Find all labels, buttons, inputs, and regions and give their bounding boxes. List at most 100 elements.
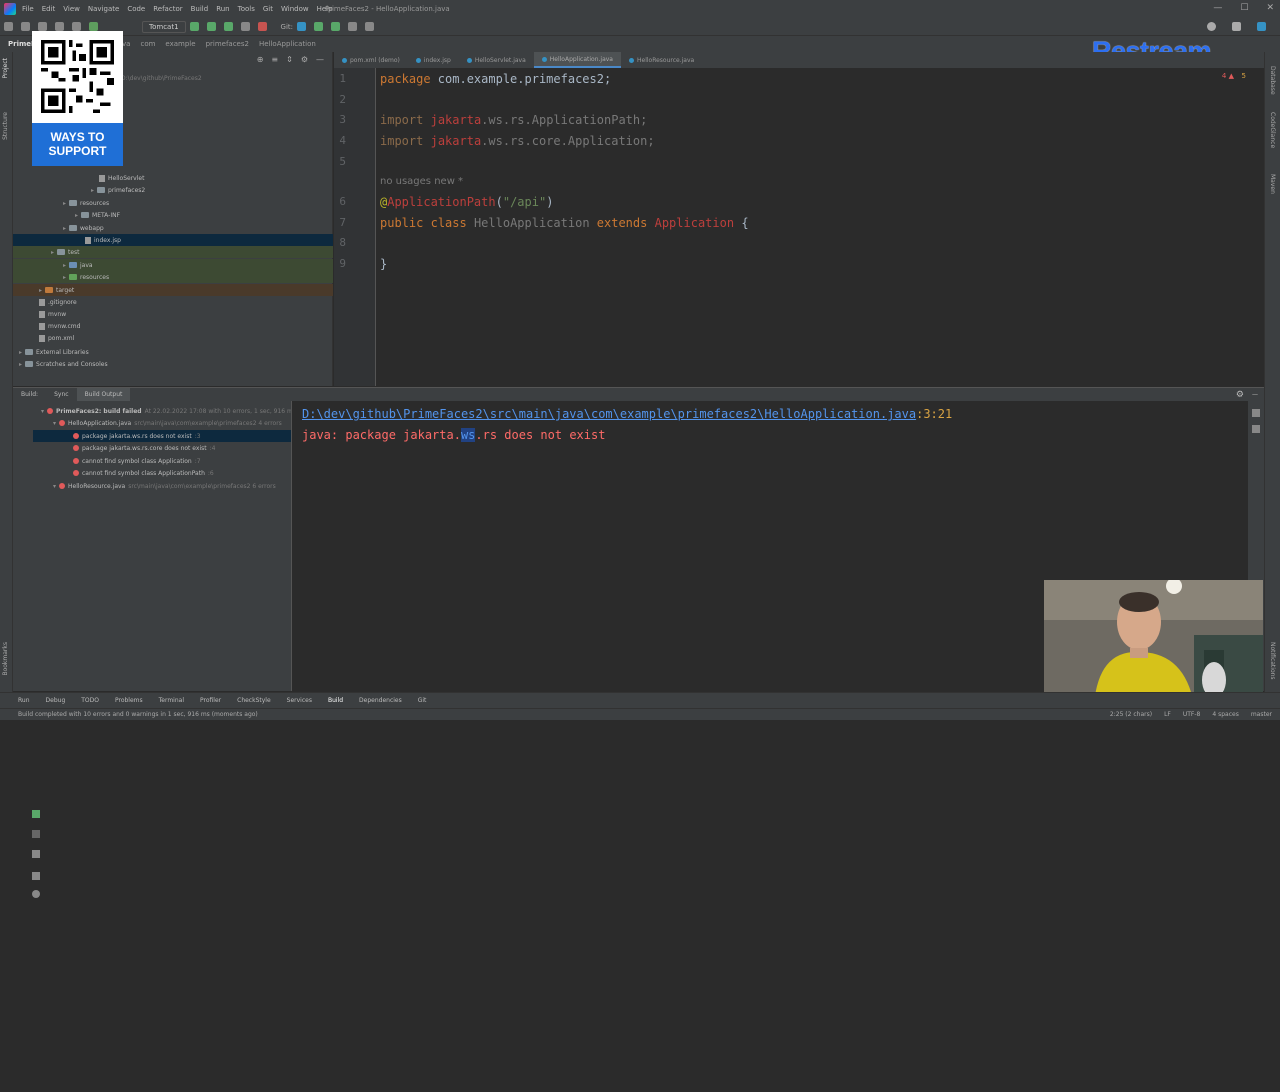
collapse-all-icon[interactable]: ≡ xyxy=(271,55,278,64)
scroll-to-end-icon[interactable] xyxy=(1252,425,1260,433)
build-tree-item[interactable]: cannot find symbol class ApplicationPath… xyxy=(73,467,214,479)
rebuild-icon[interactable] xyxy=(32,810,40,818)
filter-icon[interactable] xyxy=(32,872,40,880)
status-widget[interactable]: master xyxy=(1251,711,1272,718)
project-tree-item[interactable]: ▸ Scratches and Consoles xyxy=(19,358,108,370)
open-icon[interactable] xyxy=(4,22,13,31)
project-tree-item[interactable]: mvnw.cmd xyxy=(39,320,80,332)
maximize-icon[interactable]: ☐ xyxy=(1240,3,1248,13)
editor-tab[interactable]: index.jsp xyxy=(408,52,459,68)
expand-arrow-icon[interactable]: ▸ xyxy=(91,187,94,194)
git-update-icon[interactable] xyxy=(297,22,307,31)
tool-window-build[interactable]: Build xyxy=(328,697,343,704)
settings-icon[interactable] xyxy=(1232,22,1241,31)
codeglance-tool-tab[interactable]: CodeGlance xyxy=(1269,112,1276,148)
project-tree-item[interactable]: HelloServlet xyxy=(99,172,144,184)
editor-tab[interactable]: HelloApplication.java xyxy=(533,52,621,68)
status-widget[interactable]: 4 spaces xyxy=(1212,711,1238,718)
project-tree-item[interactable]: ▸ resources xyxy=(63,197,109,209)
project-tree-item[interactable]: ▸ resources xyxy=(13,271,333,283)
build-tree-item[interactable]: package jakarta.ws.rs does not exist:3 xyxy=(33,430,291,442)
history-icon[interactable] xyxy=(348,22,358,31)
editor-tab[interactable]: pom.xml (demo) xyxy=(334,52,408,68)
tool-window-services[interactable]: Services xyxy=(287,697,312,704)
build-tree-item[interactable]: ▾ HelloResource.java src\main\java\com\exa… xyxy=(53,480,276,492)
database-tool-tab[interactable]: Database xyxy=(1269,66,1276,95)
git-push-icon[interactable] xyxy=(331,22,341,31)
menu-item-refactor[interactable]: Refactor xyxy=(153,5,182,13)
minimize-icon[interactable]: — xyxy=(1213,3,1222,13)
expand-arrow-icon[interactable]: ▸ xyxy=(39,287,42,294)
editor-tab[interactable]: HelloServlet.java xyxy=(459,52,534,68)
coverage-icon[interactable] xyxy=(223,22,233,31)
expand-all-icon[interactable]: ⇕ xyxy=(286,55,293,64)
bookmarks-tool-tab[interactable]: Bookmarks xyxy=(2,642,9,676)
breadcrumb-item[interactable]: example xyxy=(165,40,195,48)
status-message[interactable]: Build completed with 10 errors and 0 war… xyxy=(18,711,258,718)
error-location-link[interactable]: D:\dev\github\PrimeFaces2\src\main\java\… xyxy=(302,407,952,421)
build-tab[interactable]: Sync xyxy=(46,388,76,402)
project-tree-item[interactable]: ▸ webapp xyxy=(63,222,104,234)
expand-arrow-icon[interactable]: ▾ xyxy=(53,483,56,490)
tool-window-dependencies[interactable]: Dependencies xyxy=(359,697,402,704)
menu-item-navigate[interactable]: Navigate xyxy=(88,5,119,13)
project-tool-tab[interactable]: Project xyxy=(2,58,9,79)
expand-arrow-icon[interactable]: ▸ xyxy=(19,349,22,356)
jetbrains-ai-icon[interactable] xyxy=(1257,22,1266,31)
project-tree-item[interactable]: ▸ java xyxy=(13,259,333,271)
stop-build-icon[interactable] xyxy=(32,830,40,838)
forward-icon[interactable] xyxy=(72,22,81,31)
build-tree-item[interactable]: package jakarta.ws.rs.core does not exis… xyxy=(73,442,215,454)
expand-arrow-icon[interactable]: ▾ xyxy=(41,408,44,415)
soft-wrap-icon[interactable] xyxy=(1252,409,1260,417)
tool-window-todo[interactable]: TODO xyxy=(81,697,99,704)
project-tree-item[interactable]: ▸ target xyxy=(13,284,333,296)
expand-arrow-icon[interactable]: ▸ xyxy=(63,200,66,207)
tool-window-run[interactable]: Run xyxy=(18,697,30,704)
menu-item-file[interactable]: File xyxy=(22,5,34,13)
status-widget[interactable]: UTF-8 xyxy=(1183,711,1201,718)
save-icon[interactable] xyxy=(21,22,30,31)
build-hide-icon[interactable]: — xyxy=(1252,391,1258,398)
editor-tab[interactable]: HelloResource.java xyxy=(621,52,702,68)
build-settings-gear-icon[interactable]: ⚙ xyxy=(1236,390,1244,400)
debug-icon[interactable] xyxy=(206,22,216,31)
build-tree-item[interactable]: cannot find symbol class Application:7 xyxy=(73,455,201,467)
hammer-icon[interactable] xyxy=(89,22,98,31)
status-widget[interactable]: LF xyxy=(1164,711,1171,718)
close-icon[interactable]: ✕ xyxy=(1266,3,1274,13)
expand-arrow-icon[interactable]: ▸ xyxy=(51,249,54,256)
menu-item-tools[interactable]: Tools xyxy=(238,5,255,13)
tool-window-debug[interactable]: Debug xyxy=(46,697,66,704)
breadcrumb-item[interactable]: com xyxy=(140,40,155,48)
rollback-icon[interactable] xyxy=(365,22,375,31)
back-icon[interactable] xyxy=(55,22,64,31)
project-tree-item[interactable]: ▸ test xyxy=(13,246,333,258)
tool-window-git[interactable]: Git xyxy=(418,697,427,704)
options-gear-icon[interactable]: ⚙ xyxy=(301,55,308,64)
breadcrumb-item[interactable]: primefaces2 xyxy=(206,40,249,48)
menu-item-view[interactable]: View xyxy=(63,5,80,13)
run-icon[interactable] xyxy=(189,22,199,31)
notifications-tool-tab[interactable]: Notifications xyxy=(1269,642,1276,680)
profile-icon[interactable] xyxy=(240,22,250,31)
git-commit-icon[interactable] xyxy=(314,22,324,31)
structure-tool-tab[interactable]: Structure xyxy=(2,112,9,140)
sync-icon[interactable] xyxy=(38,22,47,31)
expand-arrow-icon[interactable]: ▸ xyxy=(75,212,78,219)
tool-window-terminal[interactable]: Terminal xyxy=(159,697,184,704)
status-widget[interactable]: 2:25 (2 chars) xyxy=(1110,711,1152,718)
expand-arrow-icon[interactable]: ▸ xyxy=(19,361,22,368)
project-tree-item[interactable]: ▸ primefaces2 xyxy=(91,184,145,196)
project-tree-item[interactable]: pom.xml xyxy=(39,332,74,344)
maven-tool-tab[interactable]: Maven xyxy=(1269,174,1276,194)
code-editor[interactable]: 4 ▲ 5 package com.example.primefaces2; i… xyxy=(376,68,1264,386)
build-tab[interactable]: Build Output xyxy=(76,387,131,402)
locate-icon[interactable]: ⊕ xyxy=(257,55,264,64)
menu-item-run[interactable]: Run xyxy=(216,5,229,13)
project-tree-item[interactable]: ▸ External Libraries xyxy=(19,346,89,358)
stop-icon[interactable] xyxy=(257,22,267,31)
eye-icon[interactable] xyxy=(32,890,40,898)
inspection-errors[interactable]: 4 ▲ xyxy=(1222,72,1234,80)
expand-arrow-icon[interactable]: ▸ xyxy=(63,262,66,269)
